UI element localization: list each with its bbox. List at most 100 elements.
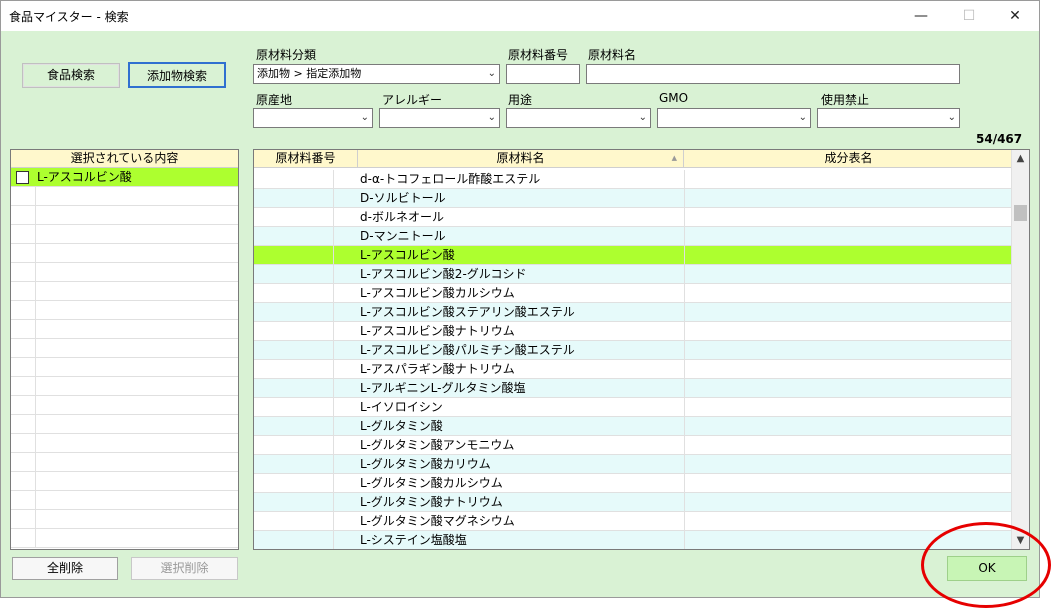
table-row[interactable]: L-アスコルビン酸パルミチン酸エステル bbox=[254, 341, 1012, 360]
column-divider bbox=[35, 339, 36, 357]
banned-label: 使用禁止 bbox=[821, 93, 870, 107]
cell-component-divider bbox=[684, 208, 685, 226]
cell-number bbox=[254, 512, 334, 530]
cell-number bbox=[254, 170, 334, 188]
close-button[interactable]: ✕ bbox=[993, 1, 1037, 31]
cell-component-divider bbox=[684, 512, 685, 530]
maximize-button[interactable]: ☐ bbox=[947, 1, 991, 31]
cell-name: L-グルタミン酸アンモニウム bbox=[360, 438, 515, 452]
column-divider bbox=[35, 472, 36, 490]
cell-name: L-アスコルビン酸ステアリン酸エステル bbox=[360, 305, 575, 319]
column-header-number[interactable]: 原材料番号 bbox=[254, 150, 358, 168]
chevron-down-icon: ⌄ bbox=[487, 112, 496, 123]
column-header-component[interactable]: 成分表名 bbox=[684, 150, 1013, 168]
column-divider bbox=[35, 301, 36, 319]
table-row[interactable]: L-グルタミン酸 bbox=[254, 417, 1012, 436]
table-row[interactable]: d-α-トコフェロール酢酸エステル bbox=[254, 170, 1012, 189]
cell-number bbox=[254, 284, 334, 302]
selected-item[interactable]: L-アスコルビン酸 bbox=[11, 168, 238, 187]
cell-number bbox=[254, 189, 334, 207]
empty-row bbox=[11, 320, 238, 339]
cell-name: L-アスコルビン酸 bbox=[360, 248, 455, 262]
clear-all-button[interactable]: 全削除 bbox=[12, 557, 118, 580]
table-row[interactable]: L-アスパラギン酸ナトリウム bbox=[254, 360, 1012, 379]
table-row[interactable]: L-アスコルビン酸カルシウム bbox=[254, 284, 1012, 303]
empty-row bbox=[11, 434, 238, 453]
table-row[interactable]: L-イソロイシン bbox=[254, 398, 1012, 417]
result-count: 54/467 bbox=[976, 132, 1023, 146]
table-row[interactable]: D-ソルビトール bbox=[254, 189, 1012, 208]
cell-name: L-アスパラギン酸ナトリウム bbox=[360, 362, 515, 376]
table-row[interactable]: d-ボルネオール bbox=[254, 208, 1012, 227]
name-input[interactable] bbox=[586, 64, 960, 84]
column-divider bbox=[35, 415, 36, 433]
additive-search-button[interactable]: 添加物検索 bbox=[128, 62, 226, 88]
chevron-down-icon: ⌄ bbox=[798, 112, 807, 123]
cell-component-divider bbox=[684, 227, 685, 245]
checkbox[interactable] bbox=[16, 171, 29, 184]
table-row[interactable]: L-アスコルビン酸2-グルコシド bbox=[254, 265, 1012, 284]
category-combo[interactable]: 添加物 > 指定添加物 ⌄ bbox=[253, 64, 500, 84]
table-row[interactable]: L-グルタミン酸ナトリウム bbox=[254, 493, 1012, 512]
cell-number bbox=[254, 265, 334, 283]
use-combo[interactable]: ⌄ bbox=[506, 108, 651, 128]
cell-component-divider bbox=[684, 360, 685, 378]
column-divider bbox=[35, 206, 36, 224]
title-bar: 食品マイスター - 検索 — ☐ ✕ bbox=[1, 1, 1039, 31]
table-row[interactable]: D-マンニトール bbox=[254, 227, 1012, 246]
empty-row bbox=[11, 396, 238, 415]
empty-row bbox=[11, 187, 238, 206]
cell-number bbox=[254, 246, 334, 264]
table-row[interactable]: L-グルタミン酸カリウム bbox=[254, 455, 1012, 474]
empty-row bbox=[11, 510, 238, 529]
cell-number bbox=[254, 208, 334, 226]
number-input[interactable] bbox=[506, 64, 580, 84]
cell-name: L-グルタミン酸 bbox=[360, 419, 443, 433]
cell-component-divider bbox=[684, 284, 685, 302]
column-divider bbox=[35, 187, 36, 205]
table-row[interactable]: L-システイン塩酸塩 bbox=[254, 531, 1012, 549]
table-row[interactable]: L-アスコルビン酸 bbox=[254, 246, 1012, 265]
column-divider bbox=[35, 225, 36, 243]
cell-number bbox=[254, 493, 334, 511]
table-row[interactable]: L-アルギニンL-グルタミン酸塩 bbox=[254, 379, 1012, 398]
table-row[interactable]: L-グルタミン酸カルシウム bbox=[254, 474, 1012, 493]
column-divider bbox=[35, 320, 36, 338]
cell-component-divider bbox=[684, 493, 685, 511]
cell-number bbox=[254, 436, 334, 454]
window-title: 食品マイスター - 検索 bbox=[9, 10, 129, 24]
banned-combo[interactable]: ⌄ bbox=[817, 108, 960, 128]
gmo-label: GMO bbox=[659, 91, 689, 105]
cell-name: L-アルギニンL-グルタミン酸塩 bbox=[360, 381, 526, 395]
origin-combo[interactable]: ⌄ bbox=[253, 108, 373, 128]
food-search-button[interactable]: 食品検索 bbox=[22, 63, 120, 88]
category-value: 添加物 > 指定添加物 bbox=[257, 67, 362, 80]
scroll-up-icon[interactable]: ▲ bbox=[1012, 150, 1029, 167]
category-label: 原材料分類 bbox=[256, 48, 317, 62]
column-header-name[interactable]: 原材料名 ▲ bbox=[358, 150, 684, 168]
empty-row bbox=[11, 339, 238, 358]
cell-name: d-ボルネオール bbox=[360, 210, 444, 224]
clear-selected-button[interactable]: 選択削除 bbox=[131, 557, 238, 580]
gmo-combo[interactable]: ⌄ bbox=[657, 108, 811, 128]
cell-number bbox=[254, 360, 334, 378]
cell-number bbox=[254, 227, 334, 245]
cell-component-divider bbox=[684, 170, 685, 188]
cell-component-divider bbox=[684, 189, 685, 207]
allergy-combo[interactable]: ⌄ bbox=[379, 108, 500, 128]
allergy-label: アレルギー bbox=[382, 93, 443, 107]
cell-number bbox=[254, 474, 334, 492]
chevron-down-icon: ⌄ bbox=[360, 112, 369, 123]
cell-name: L-グルタミン酸カリウム bbox=[360, 457, 491, 471]
scroll-thumb[interactable] bbox=[1014, 205, 1027, 221]
cell-component-divider bbox=[684, 417, 685, 435]
cell-name: L-グルタミン酸カルシウム bbox=[360, 476, 503, 490]
table-row[interactable]: L-アスコルビン酸ナトリウム bbox=[254, 322, 1012, 341]
table-row[interactable]: L-グルタミン酸アンモニウム bbox=[254, 436, 1012, 455]
empty-row bbox=[11, 491, 238, 510]
minimize-button[interactable]: — bbox=[899, 1, 943, 31]
table-row[interactable]: L-グルタミン酸マグネシウム bbox=[254, 512, 1012, 531]
vertical-scrollbar[interactable]: ▲ ▼ bbox=[1011, 150, 1029, 549]
cell-component-divider bbox=[684, 379, 685, 397]
table-row[interactable]: L-アスコルビン酸ステアリン酸エステル bbox=[254, 303, 1012, 322]
